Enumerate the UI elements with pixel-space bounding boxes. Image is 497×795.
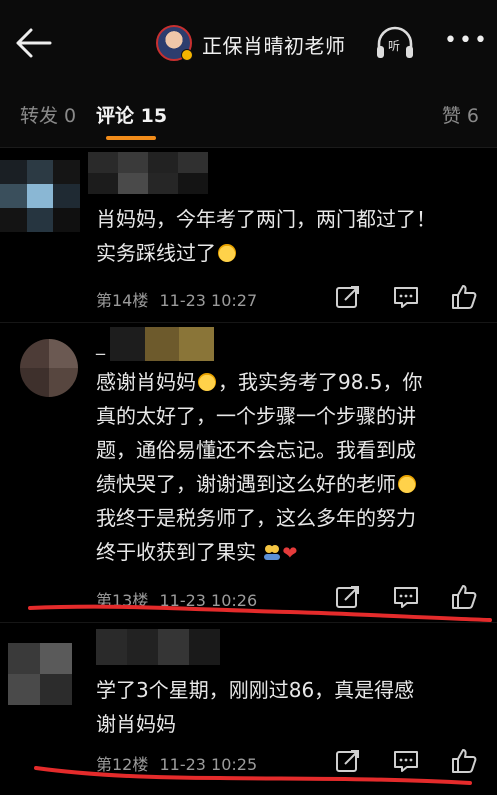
top-bar: 正保肖晴初老师 听 ••• xyxy=(0,0,497,86)
reply-icon[interactable] xyxy=(393,284,419,310)
tab-bar: 转发 0 评论 15 赞 6 xyxy=(0,86,497,148)
page-title[interactable]: 正保肖晴初老师 xyxy=(202,30,346,59)
comment-time: 11-23 10:27 xyxy=(159,291,258,310)
comment-item: _ 感谢肖妈妈 ，我实务考了98.5，你 真的太好了，一个步骤一个步骤的讲 题，通… xyxy=(0,325,497,620)
verified-badge-icon xyxy=(181,49,193,61)
username-blurred xyxy=(96,629,220,665)
like-icon[interactable] xyxy=(451,284,477,310)
username-blurred xyxy=(110,327,214,361)
floor-number: 第13楼 xyxy=(96,591,149,610)
back-arrow-icon[interactable] xyxy=(14,26,54,60)
comment-text: 肖妈妈，今年考了两门，两门都过了！ 实务踩线过了 xyxy=(96,207,436,265)
reply-icon[interactable] xyxy=(393,584,419,610)
listen-label: 听 xyxy=(388,39,401,53)
reply-icon[interactable] xyxy=(393,748,419,774)
emoji-icon xyxy=(218,244,236,262)
comment-meta: 第13楼 11-23 10:26 xyxy=(96,587,257,611)
comment-text: 学了3个星期，刚刚过86，真是得感 谢肖妈妈 xyxy=(96,678,415,736)
comment-item: 学了3个星期，刚刚过86，真是得感 谢肖妈妈 第12楼 11-23 10:25 xyxy=(0,625,497,795)
comment-time: 11-23 10:25 xyxy=(159,755,258,774)
floor-number: 第12楼 xyxy=(96,755,149,774)
comment-actions xyxy=(335,748,477,774)
username: _ xyxy=(96,335,105,356)
comment-meta: 第14楼 11-23 10:27 xyxy=(96,287,257,311)
repost-icon[interactable] xyxy=(335,284,361,310)
heart-emoji-icon: ❤ xyxy=(282,543,298,564)
more-icon[interactable]: ••• xyxy=(444,30,489,52)
avatar[interactable] xyxy=(20,339,78,397)
avatar[interactable] xyxy=(0,160,80,232)
like-icon[interactable] xyxy=(451,748,477,774)
divider xyxy=(0,622,497,623)
repost-icon[interactable] xyxy=(335,748,361,774)
comment-text: 感谢肖妈妈 ，我实务考了98.5，你 真的太好了，一个步骤一个步骤的讲 题，通俗易… xyxy=(96,370,423,564)
tab-like[interactable]: 赞 6 xyxy=(442,101,479,128)
comment-meta: 第12楼 11-23 10:25 xyxy=(96,751,257,775)
floor-number: 第14楼 xyxy=(96,291,149,310)
emoji-icon xyxy=(398,475,416,493)
repost-icon[interactable] xyxy=(335,584,361,610)
avatar[interactable] xyxy=(8,643,72,705)
active-tab-indicator xyxy=(106,136,156,140)
like-icon[interactable] xyxy=(451,584,477,610)
comment-actions xyxy=(335,584,477,610)
tab-comment[interactable]: 评论 15 xyxy=(96,101,167,128)
divider xyxy=(0,322,497,323)
username-blurred xyxy=(88,152,208,194)
tab-repost[interactable]: 转发 0 xyxy=(20,101,76,128)
emoji-icon xyxy=(198,373,216,391)
comment-time: 11-23 10:26 xyxy=(159,591,258,610)
people-emoji-icon xyxy=(264,545,281,560)
comment-item: 肖妈妈，今年考了两门，两门都过了！ 实务踩线过了 第14楼 11-23 10:2… xyxy=(0,150,497,320)
comment-actions xyxy=(335,284,477,310)
